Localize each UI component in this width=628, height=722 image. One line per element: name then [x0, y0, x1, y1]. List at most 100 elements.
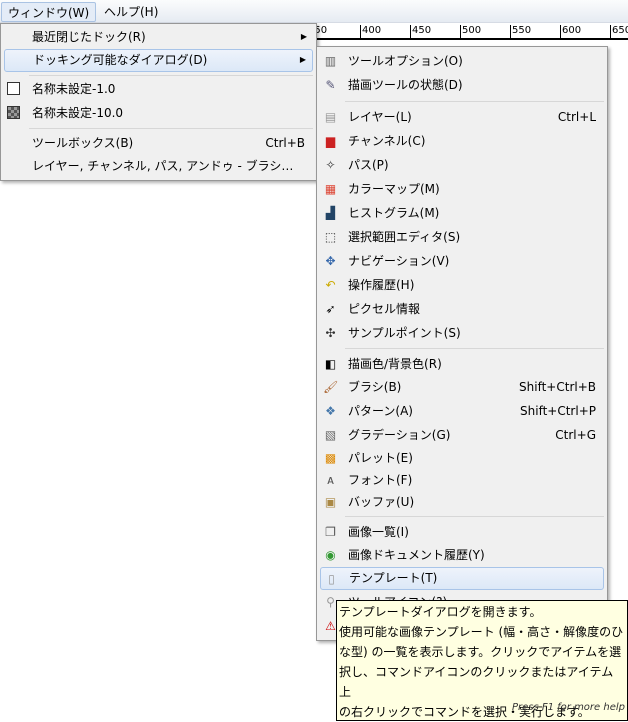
menubar: ウィンドウ(W) ヘルプ(H)	[0, 0, 628, 23]
navigation-icon: ✥	[325, 254, 336, 268]
menu-item-buffer[interactable]: ▣ バッファ(U)	[320, 491, 604, 514]
dockable-dialogs-submenu: ▥ ツールオプション(O) ✎ 描画ツールの状態(D) ▤ レイヤー(L) Ctrl+L ▆ チ…	[316, 46, 608, 641]
font-icon: ᴀ	[326, 473, 335, 487]
label: 画像ドキュメント履歴(Y)	[348, 548, 485, 562]
shortcut: Ctrl+L	[557, 110, 596, 124]
brush-icon: 🖌	[323, 380, 339, 394]
tool-options-icon: ▥	[324, 54, 337, 68]
window-menu: 最近閉じたドック(R) ▶ ドッキング可能なダイアログ(D) ▶ 名称未設定-1.0…	[0, 23, 317, 181]
menu-item-undo-history[interactable]: ↶ 操作履歴(H)	[320, 274, 604, 297]
label: 選択範囲エディタ(S)	[348, 230, 461, 244]
label: ヒストグラム(M)	[348, 206, 440, 220]
label: レイヤー, チャンネル, パス, アンドゥ - ブラシ…	[32, 159, 294, 173]
label: 描画ツールの状態(D)	[348, 78, 463, 92]
menu-item-pattern[interactable]: ❖ パターン(A) Shift+Ctrl+P	[320, 400, 604, 423]
menu-item-device-status[interactable]: ✎ 描画ツールの状態(D)	[320, 74, 604, 97]
label: サンプルポイント(S)	[348, 326, 461, 340]
ruler-label: 650	[610, 25, 628, 38]
label: ブラシ(B)	[348, 380, 402, 394]
label: ピクセル情報	[348, 302, 421, 316]
menu-item-gradient[interactable]: ▧ グラデーション(G) Ctrl+G	[320, 424, 604, 447]
separator	[345, 348, 604, 349]
label: グラデーション(G)	[348, 428, 451, 442]
pointer-icon: ➶	[325, 302, 336, 316]
menu-item-template[interactable]: ▯ テンプレート(T)	[320, 567, 604, 590]
menu-item-layers[interactable]: ▤ レイヤー(L) Ctrl+L	[320, 106, 604, 129]
tooltip-help-hint: Press F1 for more help	[511, 702, 625, 713]
label: カラーマップ(M)	[348, 182, 440, 196]
layers-icon: ▤	[324, 110, 337, 124]
menu-item-images[interactable]: ❐ 画像一覧(I)	[320, 521, 604, 544]
ruler-label: 550	[510, 25, 532, 38]
label: パターン(A)	[348, 404, 413, 418]
tooltip-line: テンプレートダイアログを開きます。	[339, 605, 542, 619]
menu-help[interactable]: ヘルプ(H)	[98, 2, 164, 22]
label: 名称未設定-1.0	[32, 82, 116, 96]
label: 操作履歴(H)	[348, 278, 415, 292]
menu-item-image-2[interactable]: 名称未設定-10.0	[4, 102, 313, 125]
ruler-label: 500	[460, 25, 482, 38]
label: ツールオプション(O)	[348, 54, 463, 68]
label: 最近閉じたドック(R)	[32, 30, 146, 44]
menu-item-histogram[interactable]: ▟ ヒストグラム(M)	[320, 202, 604, 225]
image-thumbnail-icon	[7, 106, 20, 119]
palette-icon: ▩	[324, 451, 337, 465]
shortcut: Ctrl+B	[265, 136, 305, 150]
label: ドッキング可能なダイアログ(D)	[33, 53, 208, 67]
ruler-label: 600	[560, 25, 582, 38]
label: 描画色/背景色(R)	[348, 357, 442, 371]
submenu-arrow-icon: ▶	[300, 32, 307, 41]
undo-history-icon: ↶	[325, 278, 336, 292]
label: チャンネル(C)	[348, 134, 426, 148]
label: 名称未設定-10.0	[32, 106, 124, 120]
fg-bg-color-icon: ◧	[324, 357, 337, 371]
images-icon: ❐	[325, 525, 336, 539]
menu-item-fg-bg-color[interactable]: ◧ 描画色/背景色(R)	[320, 353, 604, 376]
shortcut: Shift+Ctrl+P	[520, 404, 596, 418]
menu-item-brush[interactable]: 🖌 ブラシ(B) Shift+Ctrl+B	[320, 376, 604, 399]
colormap-icon: ▦	[324, 182, 337, 196]
tooltip-line: 択し、コマンドアイコンのクリックまたはアイテム上	[339, 665, 614, 699]
menu-window[interactable]: ウィンドウ(W)	[1, 2, 97, 22]
tooltip-line: 使用可能な画像テンプレート (幅・高さ・解像度のひ	[339, 625, 624, 639]
menu-item-recent-docks[interactable]: 最近閉じたドック(R) ▶	[4, 26, 313, 49]
ruler-label: 400	[360, 25, 382, 38]
menu-item-paths[interactable]: ✧ パス(P)	[320, 154, 604, 177]
label: バッファ(U)	[348, 495, 415, 509]
label: テンプレート(T)	[349, 571, 438, 585]
menu-item-toolbox[interactable]: ツールボックス(B) Ctrl+B	[4, 132, 313, 155]
menu-item-sample-point[interactable]: ✣ サンプルポイント(S)	[320, 322, 604, 345]
document-history-icon: ◉	[325, 548, 336, 562]
horizontal-ruler: 350 400 450 500 550 600 650	[306, 24, 628, 40]
menu-item-dock-layers[interactable]: レイヤー, チャンネル, パス, アンドゥ - ブラシ…	[4, 155, 313, 178]
menu-item-channels[interactable]: ▆ チャンネル(C)	[320, 130, 604, 153]
pattern-icon: ❖	[325, 404, 336, 418]
menu-item-dockable-dialogs[interactable]: ドッキング可能なダイアログ(D) ▶	[4, 49, 313, 72]
channels-icon: ▆	[325, 134, 336, 148]
menu-item-navigation[interactable]: ✥ ナビゲーション(V)	[320, 250, 604, 273]
selection-editor-icon: ⬚	[324, 230, 337, 244]
menu-item-image-1[interactable]: 名称未設定-1.0	[4, 78, 313, 101]
separator	[29, 75, 313, 76]
menu-item-palette[interactable]: ▩ パレット(E)	[320, 447, 604, 470]
image-thumbnail-icon	[7, 82, 20, 95]
tooltip: テンプレートダイアログを開きます。 使用可能な画像テンプレート (幅・高さ・解像…	[336, 600, 628, 721]
buffer-icon: ▣	[324, 495, 337, 509]
menu-item-colormap[interactable]: ▦ カラーマップ(M)	[320, 178, 604, 201]
label: ナビゲーション(V)	[348, 254, 450, 268]
label: フォント(F)	[348, 473, 413, 487]
menu-item-document-history[interactable]: ◉ 画像ドキュメント履歴(Y)	[320, 544, 604, 567]
menu-item-font[interactable]: ᴀ フォント(F)	[320, 469, 604, 492]
shortcut: Shift+Ctrl+B	[519, 380, 596, 394]
paths-icon: ✧	[325, 158, 336, 172]
tooltip-line: な型) の一覧を表示します。クリックでアイテムを選	[339, 645, 622, 659]
menu-item-tool-options[interactable]: ▥ ツールオプション(O)	[320, 50, 604, 73]
label: パス(P)	[348, 158, 389, 172]
separator	[345, 101, 604, 102]
ruler-label: 450	[410, 25, 432, 38]
menu-item-pointer[interactable]: ➶ ピクセル情報	[320, 298, 604, 321]
histogram-icon: ▟	[325, 206, 336, 220]
label: ツールボックス(B)	[32, 136, 134, 150]
menu-item-selection-editor[interactable]: ⬚ 選択範囲エディタ(S)	[320, 226, 604, 249]
sample-point-icon: ✣	[325, 326, 336, 340]
